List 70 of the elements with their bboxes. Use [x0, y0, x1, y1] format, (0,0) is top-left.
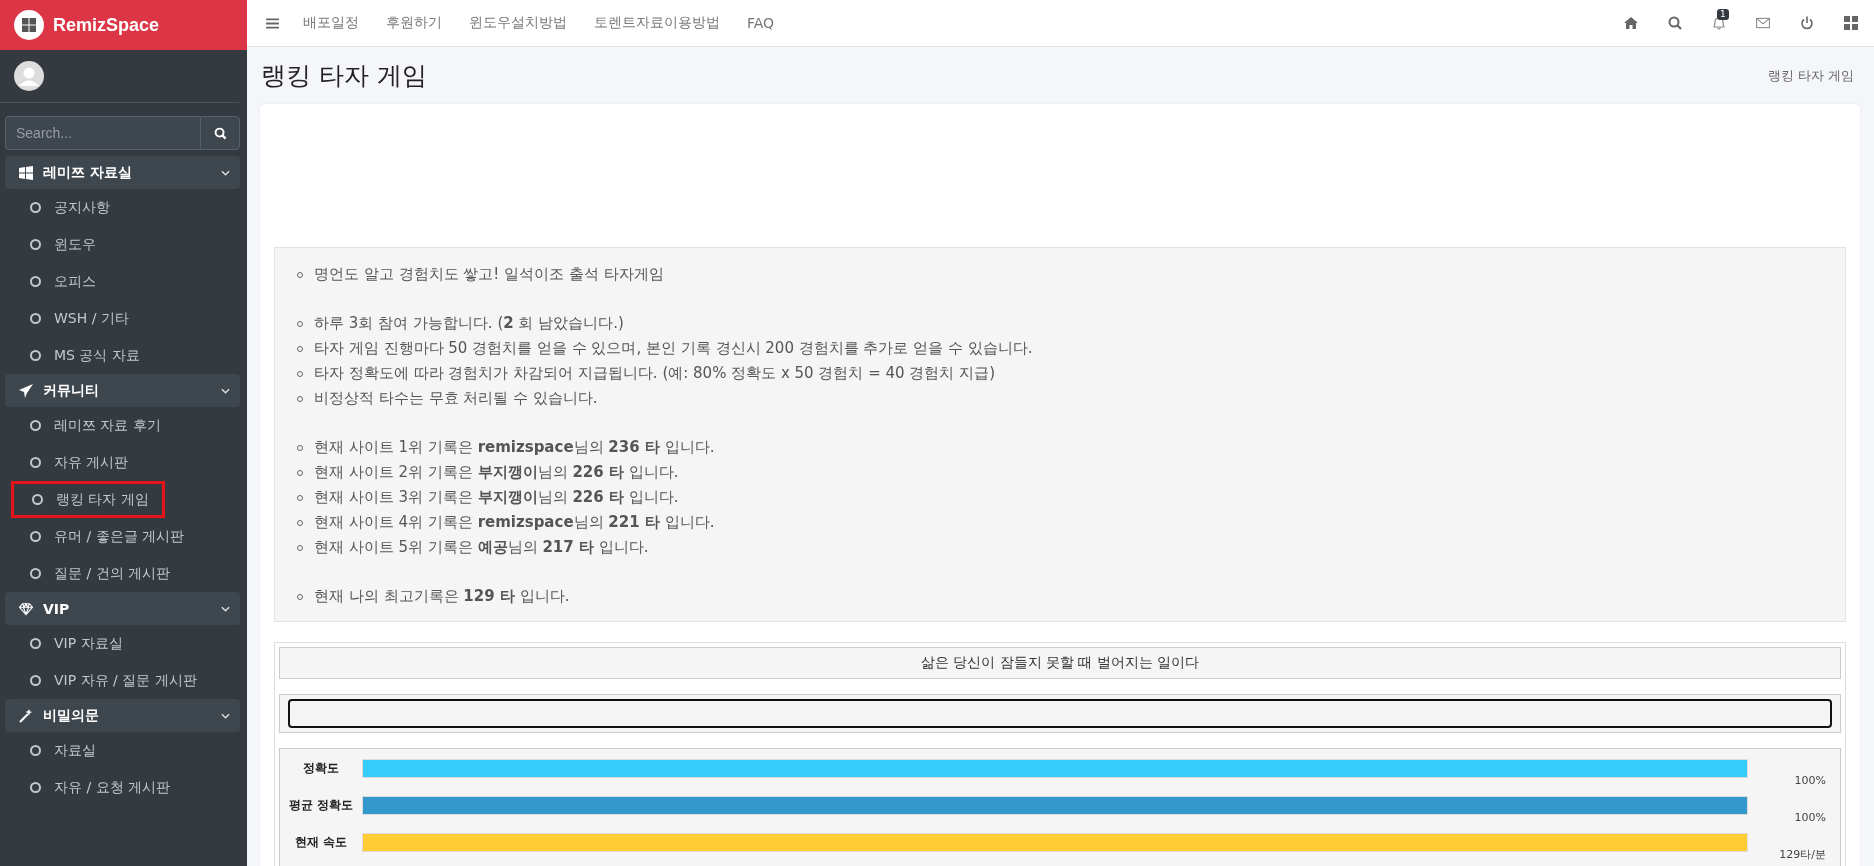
sidebar-item[interactable]: VIP 자유 / 질문 게시판 — [0, 662, 247, 699]
sidebar-group-label: 비밀의문 — [43, 706, 100, 725]
nav-link[interactable]: 배포일정 — [303, 14, 359, 32]
info-text: 타자 게임 진행마다 50 경험치를 얻을 수 있으며, 본인 기록 경신시 200 경험치를 추가로 얻을 수 있습니다. — [314, 338, 1033, 359]
info-text: 하루 3회 참여 가능합니다. (2 회 남았습니다.) — [314, 313, 624, 334]
brand-name[interactable]: RemizSpace — [53, 14, 160, 36]
grid-icon[interactable] — [1844, 16, 1858, 30]
sidebar-item[interactable]: 자유 게시판 — [0, 444, 247, 481]
nav-link[interactable]: 윈도우설치방법 — [469, 14, 567, 32]
sidebar-group-label: 레미쯔 자료실 — [43, 163, 133, 182]
sidebar-group-label: 커뮤니티 — [43, 381, 100, 400]
chevron-down-icon — [221, 605, 230, 612]
typing-sentence: 삶은 당신이 잠들지 못할 때 벌어지는 일이다 — [279, 647, 1841, 679]
windows-icon — [19, 165, 33, 180]
sidebar-item[interactable]: 유머 / 좋은글 게시판 — [0, 518, 247, 555]
sidebar-item[interactable]: 레미쯔 자료 후기 — [0, 407, 247, 444]
menu-icon[interactable] — [266, 17, 279, 29]
sidebar-item[interactable]: 윈도우 — [0, 226, 247, 263]
sidebar-item[interactable]: 자유 / 요청 게시판 — [0, 769, 247, 806]
sidebar-group-label: VIP — [43, 600, 71, 617]
info-text: 현재 사이트 5위 기록은 예공님의 217 타 입니다. — [314, 537, 649, 558]
sidebar-item[interactable]: 공지사항 — [0, 189, 247, 226]
nav-link[interactable]: 토렌트자료이용방법 — [594, 14, 720, 32]
sidebar-item[interactable]: MS 공식 자료 — [0, 337, 247, 374]
power-icon[interactable] — [1800, 16, 1814, 30]
envelope-icon[interactable] — [1756, 16, 1770, 30]
sidebar-group-header[interactable]: 커뮤니티 — [5, 374, 240, 407]
info-text: 현재 사이트 4위 기록은 remizspace님의 221 타 입니다. — [314, 512, 715, 533]
meter-label: 정확도 — [302, 760, 340, 777]
sidebar-item[interactable]: VIP 자료실 — [0, 625, 247, 662]
meter-reading: 129타/분 — [1778, 848, 1827, 861]
sidebar-group-header[interactable]: 레미쯔 자료실 — [5, 156, 240, 189]
bell-icon[interactable] — [1712, 16, 1726, 30]
page-title: 랭킹 타자 게임 — [261, 60, 427, 92]
search-icon — [213, 126, 227, 140]
paper-plane-icon — [19, 383, 33, 398]
magic-wand-icon — [19, 708, 33, 723]
home-icon[interactable] — [1624, 16, 1638, 30]
breadcrumb[interactable]: 랭킹 타자 게임 — [1767, 66, 1854, 85]
info-text: 현재 사이트 3위 기록은 부지깽이님의 226 타 입니다. — [314, 487, 679, 508]
chevron-down-icon — [221, 169, 230, 176]
sidebar-group-header[interactable]: 비밀의문 — [5, 699, 240, 732]
sidebar-item[interactable]: WSH / 기타 — [0, 300, 247, 337]
notification-badge: 1 — [1717, 9, 1729, 20]
info-text: 현재 사이트 1위 기록은 remizspace님의 236 타 입니다. — [314, 437, 715, 458]
sidebar-group-header[interactable]: VIP — [5, 592, 240, 625]
meter-label: 현재 속도 — [293, 834, 349, 851]
info-text: 현재 사이트 2위 기록은 부지깽이님의 226 타 입니다. — [314, 462, 679, 483]
sidebar-item[interactable]: 랭킹 타자 게임 — [14, 484, 162, 515]
meter-label: 평균 정확도 — [287, 797, 355, 814]
nav-link[interactable]: 후원하기 — [386, 14, 442, 32]
search-icon[interactable] — [1668, 16, 1682, 30]
chevron-down-icon — [221, 387, 230, 394]
info-text: 현재 나의 최고기록은 129 타 입니다. — [314, 586, 570, 607]
search-field[interactable]: Search... — [5, 116, 200, 150]
sidebar-item[interactable]: 질문 / 건의 게시판 — [0, 555, 247, 592]
info-text: 비정상적 타수는 무효 처리될 수 있습니다. — [314, 388, 598, 409]
meter-reading: 100% — [1793, 811, 1827, 824]
info-text: 명언도 알고 경험치도 쌓고! 일석이조 출석 타자게임 — [314, 264, 664, 285]
info-text: 타자 정확도에 따라 경험치가 차감되어 지급됩니다. (예: 80% 정확도 x 50 경험치 = 40 경험치 지급) — [314, 363, 995, 384]
search-button[interactable] — [200, 116, 240, 150]
nav-link[interactable]: FAQ — [747, 15, 775, 31]
avatar-icon[interactable] — [14, 61, 44, 91]
sidebar-item[interactable]: 자료실 — [0, 732, 247, 769]
diamond-icon — [19, 601, 33, 616]
meter-reading: 100% — [1793, 774, 1827, 787]
sidebar-item[interactable]: 오피스 — [0, 263, 247, 300]
typing-input[interactable] — [288, 699, 1832, 728]
chevron-down-icon — [221, 712, 230, 719]
windows-logo-icon — [14, 10, 44, 40]
